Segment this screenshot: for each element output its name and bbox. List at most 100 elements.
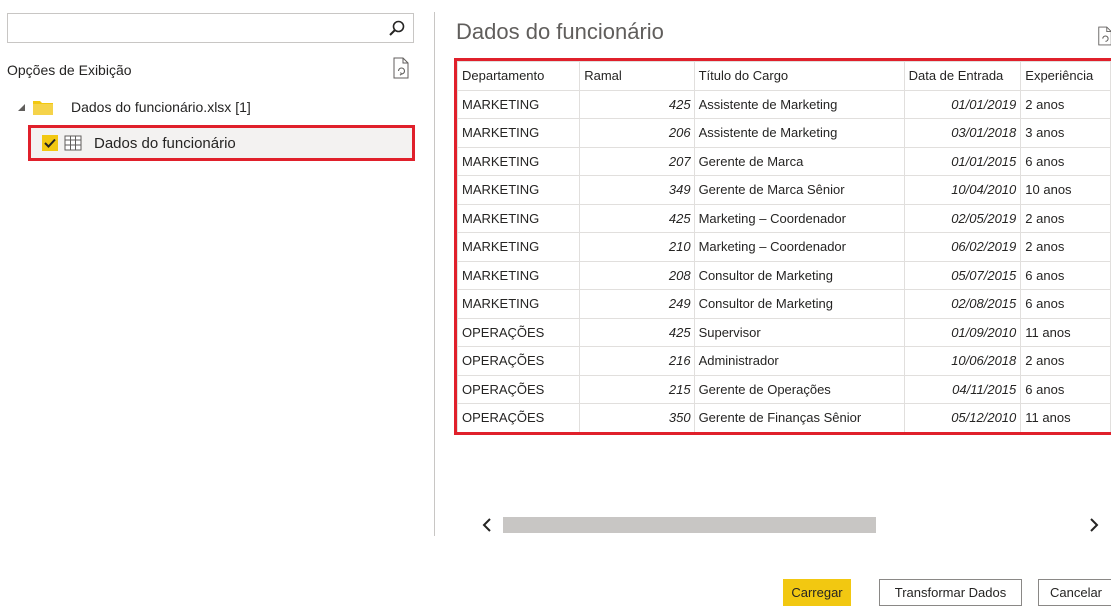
table-cell[interactable]: 210	[579, 232, 695, 262]
chevron-right-icon[interactable]	[1087, 515, 1101, 535]
table-cell[interactable]: OPERAÇÕES	[457, 346, 581, 376]
column-header[interactable]: Ramal	[579, 61, 695, 91]
search-input[interactable]	[8, 14, 378, 42]
table-cell[interactable]: MARKETING	[457, 89, 581, 119]
table-cell[interactable]: Gerente de Operações	[693, 374, 905, 404]
table-cell[interactable]: MARKETING	[457, 146, 581, 176]
table-row: OPERAÇÕES 216 Administrador 10/06/2018 2 ano…	[457, 346, 1111, 376]
table-cell[interactable]: OPERAÇÕES	[457, 403, 581, 432]
table-cell[interactable]: 349	[579, 175, 695, 205]
table-cell[interactable]: 3 anos	[1020, 118, 1111, 148]
folder-icon	[33, 101, 53, 115]
table-row: OPERAÇÕES 425 Supervisor 01/09/2010 11 anos	[457, 317, 1111, 347]
refresh-icon[interactable]	[392, 57, 410, 79]
table-cell[interactable]: MARKETING	[457, 175, 581, 205]
table-header-row: Departamento Ramal Título do Cargo Data …	[457, 61, 1111, 91]
table-cell[interactable]: 06/02/2019	[903, 232, 1022, 262]
table-cell[interactable]: Marketing – Coordenador	[693, 232, 905, 262]
table-cell[interactable]: 01/09/2010	[903, 317, 1022, 347]
tree-item-selected-table[interactable]: Dados do funcionário	[28, 125, 415, 161]
table-cell[interactable]: 425	[579, 203, 695, 233]
column-header[interactable]: Data de Entrada	[903, 61, 1022, 91]
table-cell[interactable]: 425	[579, 317, 695, 347]
table-cell[interactable]: OPERAÇÕES	[457, 317, 581, 347]
table-cell[interactable]: 207	[579, 146, 695, 176]
tree-item-file[interactable]: Dados do funcionário.xlsx [1]	[17, 96, 251, 118]
table-cell[interactable]: 2 anos	[1020, 89, 1111, 119]
table-cell[interactable]: 6 anos	[1020, 260, 1111, 290]
table-row: MARKETING 349 Gerente de Marca Sênior 10/04…	[457, 175, 1111, 205]
table-cell[interactable]: Administrador	[693, 346, 905, 376]
table-row: MARKETING 206 Assistente de Marketing 03/01…	[457, 118, 1111, 148]
table-cell[interactable]: 11 anos	[1020, 317, 1111, 347]
preview-table: Departamento Ramal Título do Cargo Data …	[457, 61, 1111, 432]
chevron-left-icon[interactable]	[480, 515, 494, 535]
checkbox-checked-icon[interactable]	[42, 135, 58, 151]
table-cell[interactable]: Consultor de Marketing	[693, 289, 905, 319]
preview-title: Dados do funcionário	[456, 19, 664, 44]
table-cell[interactable]: 02/08/2015	[903, 289, 1022, 319]
table-cell[interactable]: Assistente de Marketing	[693, 118, 905, 148]
preview-table-container: Departamento Ramal Título do Cargo Data …	[454, 58, 1111, 435]
table-row: OPERAÇÕES 350 Gerente de Finanças Sênior 05…	[457, 403, 1111, 432]
table-cell[interactable]: 10/06/2018	[903, 346, 1022, 376]
table-cell[interactable]: MARKETING	[457, 203, 581, 233]
table-cell[interactable]: MARKETING	[457, 118, 581, 148]
scrollbar-thumb[interactable]	[503, 517, 876, 533]
search-icon[interactable]	[388, 19, 406, 37]
table-cell[interactable]: MARKETING	[457, 260, 581, 290]
pane-divider[interactable]	[434, 12, 435, 536]
horizontal-scrollbar[interactable]	[454, 512, 1111, 538]
table-cell[interactable]: 04/11/2015	[903, 374, 1022, 404]
table-cell[interactable]: Gerente de Marca	[693, 146, 905, 176]
table-cell[interactable]: 249	[579, 289, 695, 319]
table-cell[interactable]: 2 anos	[1020, 232, 1111, 262]
column-header[interactable]: Departamento	[457, 61, 581, 91]
table-cell[interactable]: 05/07/2015	[903, 260, 1022, 290]
table-cell[interactable]: 6 anos	[1020, 146, 1111, 176]
view-options-menu[interactable]: Opções de Exibição	[7, 62, 132, 78]
table-cell[interactable]: 01/01/2015	[903, 146, 1022, 176]
table-cell[interactable]: 02/05/2019	[903, 203, 1022, 233]
table-cell[interactable]: 425	[579, 89, 695, 119]
table-cell[interactable]: 215	[579, 374, 695, 404]
table-cell[interactable]: 216	[579, 346, 695, 376]
table-cell[interactable]: Supervisor	[693, 317, 905, 347]
table-cell[interactable]: 2 anos	[1020, 203, 1111, 233]
table-cell[interactable]: Consultor de Marketing	[693, 260, 905, 290]
table-cell[interactable]: 2 anos	[1020, 346, 1111, 376]
table-cell[interactable]: 10 anos	[1020, 175, 1111, 205]
selected-item-label: Dados do funcionário	[94, 134, 236, 152]
table-row: MARKETING 210 Marketing – Coordenador 06/02…	[457, 232, 1111, 262]
table-cell[interactable]: 11 anos	[1020, 403, 1111, 432]
table-cell[interactable]: 05/12/2010	[903, 403, 1022, 432]
refresh-icon[interactable]	[1097, 25, 1111, 47]
table-row: OPERAÇÕES 215 Gerente de Operações 04/11/20…	[457, 374, 1111, 404]
table-cell[interactable]: 206	[579, 118, 695, 148]
table-cell[interactable]: 6 anos	[1020, 374, 1111, 404]
search-box[interactable]	[7, 13, 414, 43]
file-label: Dados do funcionário.xlsx [1]	[71, 99, 251, 115]
column-header[interactable]: Título do Cargo	[693, 61, 905, 91]
table-cell[interactable]: MARKETING	[457, 232, 581, 262]
table-cell[interactable]: Marketing – Coordenador	[693, 203, 905, 233]
collapse-caret-icon[interactable]	[17, 102, 27, 112]
table-cell[interactable]: 10/04/2010	[903, 175, 1022, 205]
table-cell[interactable]: 208	[579, 260, 695, 290]
table-cell[interactable]: 6 anos	[1020, 289, 1111, 319]
table-icon	[64, 135, 82, 151]
table-row: MARKETING 249 Consultor de Marketing 02/08/…	[457, 289, 1111, 319]
table-cell[interactable]: 350	[579, 403, 695, 432]
column-header[interactable]: Experiência	[1020, 61, 1111, 91]
table-cell[interactable]: Gerente de Finanças Sênior	[693, 403, 905, 432]
table-cell[interactable]: 01/01/2019	[903, 89, 1022, 119]
table-cell[interactable]: Assistente de Marketing	[693, 89, 905, 119]
table-cell[interactable]: OPERAÇÕES	[457, 374, 581, 404]
table-cell[interactable]: 03/01/2018	[903, 118, 1022, 148]
table-row: MARKETING 207 Gerente de Marca 01/01/2015 6 …	[457, 146, 1111, 176]
table-cell[interactable]: MARKETING	[457, 289, 581, 319]
table-row: MARKETING 425 Marketing – Coordenador 02/05…	[457, 203, 1111, 233]
table-row: MARKETING 208 Consultor de Marketing 05/07/…	[457, 260, 1111, 290]
table-row: MARKETING 425 Assistente de Marketing 01/01…	[457, 89, 1111, 119]
table-cell[interactable]: Gerente de Marca Sênior	[693, 175, 905, 205]
